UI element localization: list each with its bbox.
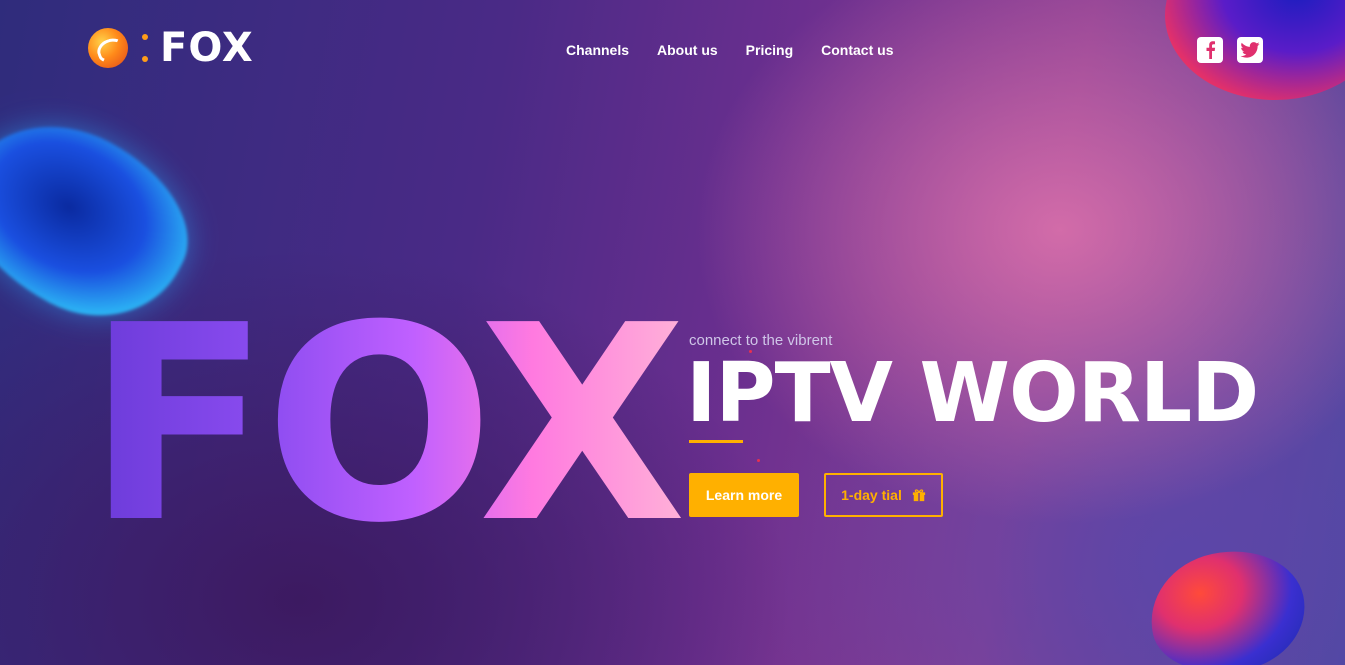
main-nav: Channels About us Pricing Contact us bbox=[566, 42, 893, 58]
gift-icon bbox=[912, 489, 925, 502]
hero-big-word: FOX bbox=[86, 267, 687, 582]
trial-button-label: 1-day tial bbox=[841, 487, 902, 503]
nav-link-about-us[interactable]: About us bbox=[657, 42, 718, 58]
brand-name: FOX bbox=[160, 25, 254, 71]
fox-logo-icon bbox=[88, 28, 128, 68]
facebook-link[interactable] bbox=[1197, 37, 1223, 63]
headline-underline bbox=[689, 440, 743, 443]
learn-more-button[interactable]: Learn more bbox=[689, 473, 799, 517]
facebook-icon bbox=[1206, 41, 1216, 59]
nav-link-contact-us[interactable]: Contact us bbox=[821, 42, 893, 58]
twitter-icon bbox=[1240, 42, 1260, 58]
logo-divider-dots bbox=[142, 34, 148, 62]
landing-page: FOX Channels About us Pricing Contact us… bbox=[0, 0, 1345, 665]
hero-headline: IPTV WORLD bbox=[686, 346, 1259, 441]
twitter-link[interactable] bbox=[1237, 37, 1263, 63]
trial-button[interactable]: 1-day tial bbox=[824, 473, 943, 517]
decorative-blob-bottom-right bbox=[1139, 537, 1316, 665]
social-links bbox=[1197, 37, 1263, 63]
nav-link-channels[interactable]: Channels bbox=[566, 42, 629, 58]
decorative-dot bbox=[757, 459, 760, 462]
brand-logo[interactable]: FOX bbox=[88, 28, 254, 68]
decorative-dot bbox=[749, 350, 752, 353]
nav-link-pricing[interactable]: Pricing bbox=[746, 42, 793, 58]
